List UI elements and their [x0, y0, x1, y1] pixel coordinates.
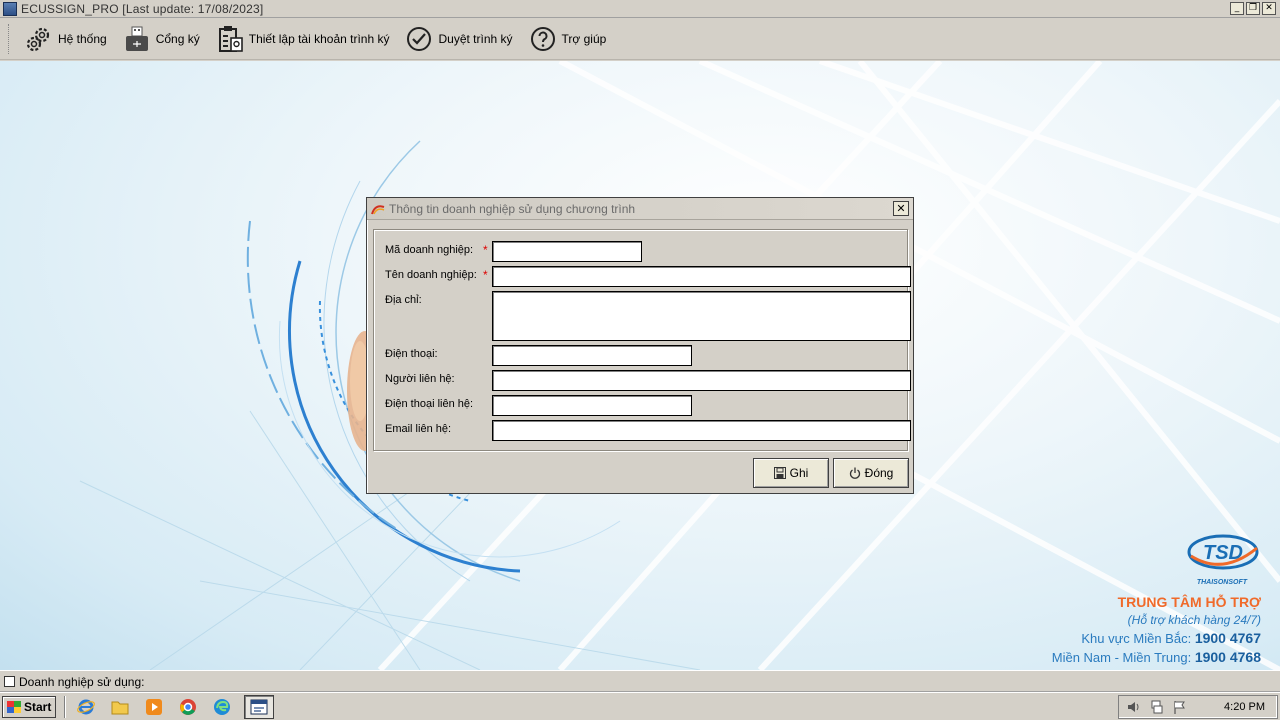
company-logo: TSD THAISONSOFT	[1183, 526, 1261, 586]
title-bar: ECUSSIGN_PRO [Last update: 17/08/2023] _…	[0, 0, 1280, 18]
toolbar-label: Hệ thống	[58, 31, 107, 46]
south-phone: 1900 4768	[1194, 649, 1261, 665]
media-player-taskbar-button[interactable]	[142, 695, 166, 719]
restore-button[interactable]: ❐	[1246, 2, 1260, 15]
minimize-button[interactable]: _	[1230, 2, 1244, 15]
ten-doanh-nghiep-input[interactable]	[492, 266, 911, 287]
field-label-dia-chi: Địa chỉ:	[385, 294, 422, 306]
dien-thoai-lien-he-input[interactable]	[492, 395, 692, 416]
support-info: TSD THAISONSOFT TRUNG TÂM HỖ TRỢ (Hỗ trợ…	[1052, 526, 1261, 665]
start-button[interactable]: Start	[2, 695, 57, 718]
app-icon	[3, 1, 17, 16]
check-circle-icon	[407, 26, 432, 51]
close-dialog-button[interactable]: Đóng	[833, 458, 909, 488]
required-mark: *	[483, 243, 488, 257]
toolbar-grip	[8, 23, 11, 54]
toolbar-cong-ky-button[interactable]: Cổng ký	[115, 21, 208, 57]
toolbar-label: Duyệt trình ký	[438, 31, 513, 46]
toolbar-label: Cổng ký	[155, 31, 200, 46]
toolbar-tro-giup-button[interactable]: Trợ giúp	[521, 21, 615, 57]
ecussign-app-icon	[250, 699, 268, 714]
toolbar-label: Thiết lập tài khoản trình ký	[248, 31, 390, 46]
edge-taskbar-button[interactable]	[210, 695, 234, 719]
support-north: Khu vực Miền Bắc: 1900 4767	[1052, 630, 1261, 646]
dialog-close-button[interactable]: ✕	[893, 201, 909, 216]
help-icon	[530, 26, 555, 51]
clock[interactable]: 4:20 PM	[1224, 701, 1265, 713]
taskbar: Start 4:20 PM	[0, 692, 1280, 720]
folder-icon	[111, 701, 129, 714]
close-label: Đóng	[864, 466, 894, 480]
field-label-ma-dn: Mã doanh nghiệp:	[385, 244, 474, 256]
status-bar: Doanh nghiệp sử dụng:	[0, 670, 1280, 692]
network-icon[interactable]	[1150, 700, 1164, 714]
window-title: ECUSSIGN_PRO [Last update: 17/08/2023]	[21, 1, 264, 16]
dialog-title-bar[interactable]: Thông tin doanh nghiệp sử dụng chương tr…	[367, 198, 913, 220]
start-label: Start	[24, 699, 52, 714]
save-button[interactable]: Ghi	[753, 458, 829, 488]
email-lien-he-input[interactable]	[492, 420, 911, 441]
media-player-icon	[146, 698, 163, 715]
account-setup-icon	[218, 25, 243, 52]
edge-icon	[214, 698, 231, 715]
field-label-email: Email liên hệ:	[385, 423, 452, 435]
action-center-flag-icon[interactable]	[1173, 700, 1187, 714]
window-controls: _ ❐ ✕	[1230, 2, 1276, 15]
ie-taskbar-button[interactable]	[74, 695, 98, 719]
svg-text:TSD: TSD	[1203, 542, 1243, 564]
north-phone: 1900 4767	[1194, 630, 1261, 646]
support-subheading: (Hỗ trợ khách hàng 24/7)	[1127, 613, 1261, 627]
volume-icon[interactable]	[1127, 700, 1141, 714]
company-icon	[4, 676, 15, 687]
save-label: Ghi	[789, 466, 809, 480]
tsd-logo-icon: TSD	[1187, 534, 1259, 570]
company-info-dialog: Thông tin doanh nghiệp sử dụng chương tr…	[366, 197, 914, 494]
usb-token-icon	[125, 26, 148, 51]
south-label: Miền Nam - Miền Trung:	[1051, 650, 1192, 665]
signature-app-icon	[371, 204, 385, 214]
north-label: Khu vực Miền Bắc:	[1081, 631, 1192, 646]
status-text: Doanh nghiệp sử dụng:	[19, 674, 145, 689]
chrome-icon	[180, 698, 197, 715]
windows-logo-icon	[7, 700, 21, 713]
ma-doanh-nghiep-input[interactable]	[492, 241, 642, 262]
dia-chi-textarea[interactable]	[492, 291, 911, 341]
toolbar-he-thong-button[interactable]: Hệ thống	[17, 21, 115, 57]
support-south: Miền Nam - Miền Trung: 1900 4768	[1052, 649, 1261, 665]
field-label-nguoi-lien-he: Người liên hệ:	[385, 373, 455, 385]
toolbar-thiet-lap-button[interactable]: Thiết lập tài khoản trình ký	[208, 21, 398, 57]
toolbar: Hệ thống Cổng ký Thiết lập tài khoản trì…	[0, 18, 1280, 60]
system-tray: 4:20 PM	[1118, 695, 1278, 719]
taskbar-separator	[64, 695, 67, 718]
required-mark: *	[483, 268, 488, 282]
support-heading: TRUNG TÂM HỖ TRỢ	[1117, 594, 1261, 610]
form-group-box: Mã doanh nghiệp: * Tên doanh nghiệp: * Đ…	[373, 229, 911, 451]
nguoi-lien-he-input[interactable]	[492, 370, 911, 391]
ecussign-taskbar-button[interactable]	[244, 694, 275, 719]
close-button[interactable]: ✕	[1262, 2, 1276, 15]
dien-thoai-input[interactable]	[492, 345, 692, 366]
internet-explorer-icon	[77, 699, 96, 714]
field-label-ten-dn: Tên doanh nghiệp:	[385, 269, 477, 281]
field-label-dien-thoai: Điện thoại:	[385, 348, 438, 360]
toolbar-label: Trợ giúp	[561, 31, 607, 46]
dialog-title: Thông tin doanh nghiệp sử dụng chương tr…	[389, 201, 636, 216]
explorer-taskbar-button[interactable]	[108, 695, 132, 719]
logo-text: THAISONSOFT	[1196, 579, 1247, 586]
gears-icon	[26, 27, 50, 51]
chrome-taskbar-button[interactable]	[176, 695, 200, 719]
power-icon	[849, 467, 860, 479]
toolbar-duyet-trinh-ky-button[interactable]: Duyệt trình ký	[397, 21, 520, 57]
field-label-dt-lien-he: Điện thoại liên hệ:	[385, 398, 474, 410]
floppy-disk-icon	[773, 467, 786, 479]
